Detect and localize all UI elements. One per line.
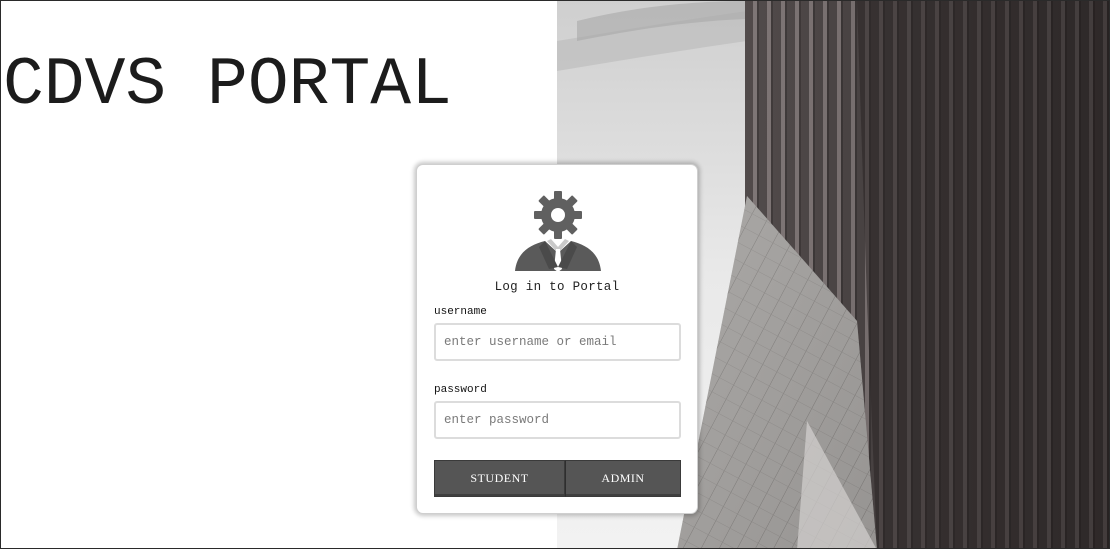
login-heading: Log in to Portal [494, 280, 620, 294]
password-label: password [434, 384, 487, 396]
password-input[interactable] [434, 401, 681, 439]
student-login-button[interactable]: STUDENT [434, 460, 565, 497]
user-gear-icon [515, 191, 601, 272]
username-input[interactable] [434, 323, 681, 361]
role-button-group: STUDENT ADMIN [434, 460, 681, 497]
login-card: Log in to Portal username password STUDE… [416, 164, 698, 514]
page-frame: CDVS PORTAL Log in to Portal username en… [0, 0, 1110, 549]
username-label: username [434, 306, 487, 318]
admin-login-button[interactable]: ADMIN [565, 460, 681, 497]
site-title: CDVS PORTAL [3, 47, 452, 124]
